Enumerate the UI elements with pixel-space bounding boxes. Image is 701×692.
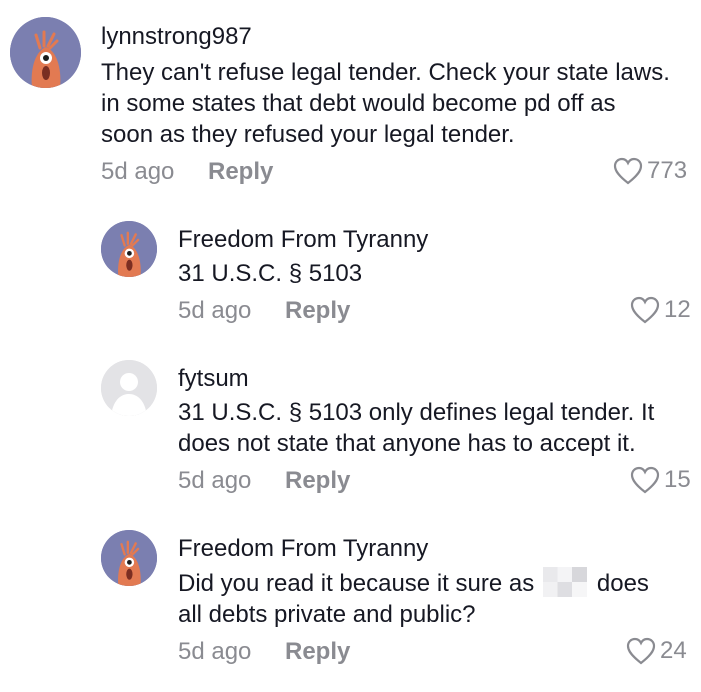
avatar[interactable] xyxy=(101,530,157,586)
like-button[interactable]: 24 xyxy=(626,637,687,665)
comment-text: Did you read it because it sure as does … xyxy=(178,567,688,630)
comment-username[interactable]: Freedom From Tyranny xyxy=(178,226,428,254)
comment-text-line: does not state that anyone has to accept… xyxy=(178,430,636,457)
heart-icon xyxy=(626,637,656,665)
like-count: 24 xyxy=(660,637,687,664)
avatar[interactable] xyxy=(10,17,81,88)
heart-icon xyxy=(613,157,643,185)
heart-icon xyxy=(630,296,660,324)
reply-button[interactable]: Reply xyxy=(285,467,350,495)
reply-button[interactable]: Reply xyxy=(285,297,350,325)
comment-text: They can't refuse legal tender. Check yo… xyxy=(101,59,670,148)
comment-username[interactable]: Freedom From Tyranny xyxy=(178,535,428,563)
avatar[interactable] xyxy=(101,360,157,416)
reply-button[interactable]: Reply xyxy=(285,638,350,666)
reply-button[interactable]: Reply xyxy=(208,158,273,186)
shrimp-avatar-icon xyxy=(10,17,81,88)
shrimp-avatar-icon xyxy=(101,530,157,586)
default-avatar-icon xyxy=(101,360,157,416)
like-button[interactable]: 773 xyxy=(613,157,687,185)
comment-text-line: all debts private and public? xyxy=(178,601,476,628)
comment-text-fragment: does xyxy=(596,570,649,597)
like-button[interactable]: 12 xyxy=(630,296,691,324)
like-button[interactable]: 15 xyxy=(630,466,691,494)
censored-word-pixelation xyxy=(542,567,587,597)
comment-timestamp: 5d ago xyxy=(178,467,252,494)
comment-timestamp: 5d ago xyxy=(101,158,175,185)
comment-text: 31 U.S.C. § 5103 only defines legal tend… xyxy=(178,397,688,459)
comment-text-line: Did you read it because it sure as does xyxy=(178,567,688,599)
avatar[interactable] xyxy=(101,221,157,277)
comment-text: 31 U.S.C. § 5103 xyxy=(178,260,363,287)
heart-icon xyxy=(630,466,660,494)
comment-text-fragment: Did you read it because it sure as xyxy=(178,570,535,597)
comment-username[interactable]: lynnstrong987 xyxy=(101,23,252,51)
comment-timestamp: 5d ago xyxy=(178,638,252,665)
comment-timestamp: 5d ago xyxy=(178,297,252,324)
shrimp-avatar-icon xyxy=(101,221,157,277)
comment-username[interactable]: fytsum xyxy=(178,365,249,393)
like-count: 12 xyxy=(664,296,691,323)
like-count: 15 xyxy=(664,466,691,493)
like-count: 773 xyxy=(647,157,688,184)
comment-text-line: 31 U.S.C. § 5103 only defines legal tend… xyxy=(178,399,655,426)
